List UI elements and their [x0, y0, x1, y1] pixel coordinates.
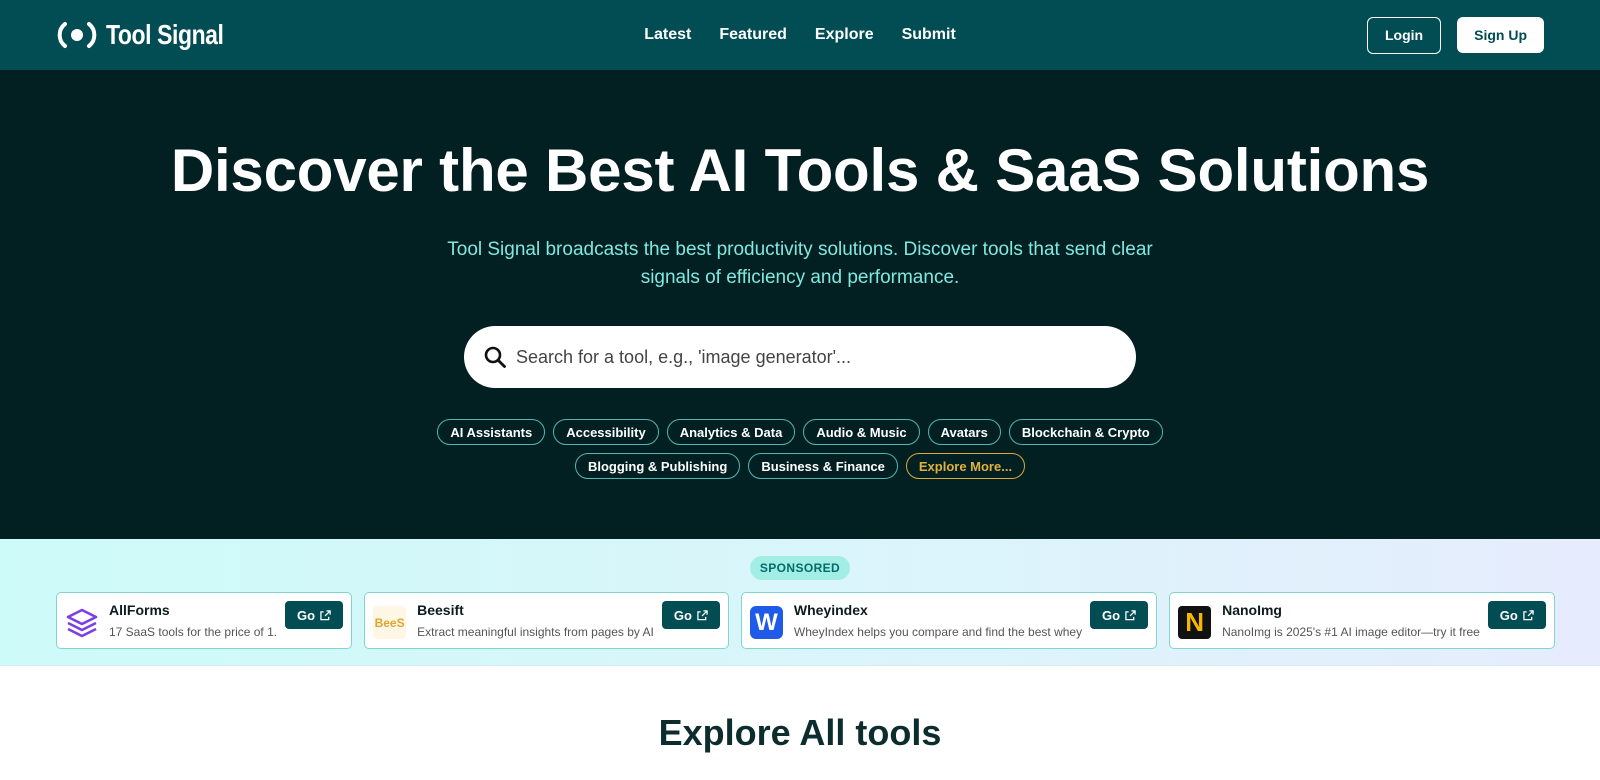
nav-link-explore[interactable]: Explore [815, 26, 874, 44]
sponsored-card-nanoimg[interactable]: N NanoImg NanoImg is 2025's #1 AI image … [1169, 592, 1555, 649]
sponsored-card-desc: 17 SaaS tools for the price of 1. [109, 625, 278, 639]
tag-avatars[interactable]: Avatars [927, 419, 1001, 445]
tag-analytics-data[interactable]: Analytics & Data [666, 419, 796, 445]
login-button[interactable]: Login [1367, 16, 1442, 54]
search-input[interactable] [516, 346, 1118, 368]
tag-ai-assistants[interactable]: AI Assistants [437, 419, 546, 445]
go-button[interactable]: Go [1090, 601, 1149, 629]
tag-blockchain-crypto[interactable]: Blockchain & Crypto [1008, 419, 1163, 445]
external-link-icon [1523, 609, 1534, 620]
explore-title: Explore All tools [658, 712, 942, 753]
sponsored-card-desc: WheyIndex helps you compare and find the… [793, 625, 1083, 639]
sponsored-cards: AllForms 17 SaaS tools for the price of … [0, 592, 1600, 649]
go-button[interactable]: Go [661, 601, 720, 629]
layers-icon [65, 606, 98, 639]
nav-link-latest[interactable]: Latest [644, 26, 691, 44]
go-label: Go [297, 607, 316, 623]
hero-section: Discover the Best AI Tools & SaaS Soluti… [0, 70, 1600, 539]
search-icon [482, 344, 508, 370]
tag-business-finance[interactable]: Business & Finance [748, 453, 898, 479]
sponsored-section: SPONSORED AllForms 17 SaaS tools for the… [0, 539, 1600, 666]
sponsored-card-name: AllForms [109, 602, 170, 618]
beesift-logo: BeeS [373, 606, 407, 639]
sponsored-card-name: Beesift [417, 602, 464, 618]
sponsored-card-beesift[interactable]: BeeS Beesift Extract meaningful insights… [364, 592, 729, 649]
hero-subtitle: Tool Signal broadcasts the best producti… [447, 239, 1153, 288]
go-button[interactable]: Go [285, 601, 344, 629]
go-button[interactable]: Go [1487, 601, 1546, 629]
brand-logo[interactable]: Tool Signal [56, 19, 249, 51]
sponsored-card-allforms[interactable]: AllForms 17 SaaS tools for the price of … [56, 592, 353, 649]
signal-icon [56, 19, 98, 51]
nanoimg-logo: N [1178, 606, 1212, 639]
sponsored-card-desc: Extract meaningful insights from pages b… [417, 625, 654, 639]
tag-accessibility[interactable]: Accessibility [553, 419, 659, 445]
tag-audio-music[interactable]: Audio & Music [803, 419, 920, 445]
hero-title: Discover the Best AI Tools & SaaS Soluti… [170, 137, 1430, 204]
nav-link-featured[interactable]: Featured [719, 26, 787, 44]
tag-blogging-publishing[interactable]: Blogging & Publishing [574, 453, 741, 479]
auth-actions: Login Sign Up [1367, 16, 1544, 54]
explore-section: Explore All tools [0, 666, 1600, 780]
go-label: Go [673, 607, 692, 623]
nav-link-submit[interactable]: Submit [902, 26, 956, 44]
go-label: Go [1102, 607, 1121, 623]
brand-name: Tool Signal [106, 19, 224, 50]
category-tags: AI Assistants Accessibility Analytics & … [360, 419, 1240, 479]
external-link-icon [320, 609, 331, 620]
external-link-icon [1125, 609, 1136, 620]
sponsored-card-desc: NanoImg is 2025's #1 AI image editor—try… [1222, 625, 1480, 639]
top-navbar: Tool Signal Latest Featured Explore Subm… [0, 0, 1600, 70]
signup-button[interactable]: Sign Up [1457, 16, 1544, 53]
sponsored-card-name: Wheyindex [793, 602, 868, 618]
sponsored-badge: SPONSORED [750, 556, 850, 580]
nanoimg-logo-text: N [1185, 607, 1204, 637]
wheyindex-logo: W [749, 606, 783, 639]
external-link-icon [697, 609, 708, 620]
main-nav: Latest Featured Explore Submit [644, 26, 956, 44]
sponsored-card-wheyindex[interactable]: W Wheyindex WheyIndex helps you compare … [740, 592, 1158, 649]
tag-explore-more[interactable]: Explore More... [905, 453, 1026, 479]
sponsored-card-name: NanoImg [1222, 602, 1282, 618]
beesift-logo-text: BeeS [374, 615, 405, 630]
wheyindex-logo-text: W [755, 608, 778, 636]
search-bar [464, 326, 1136, 388]
go-label: Go [1499, 607, 1518, 623]
